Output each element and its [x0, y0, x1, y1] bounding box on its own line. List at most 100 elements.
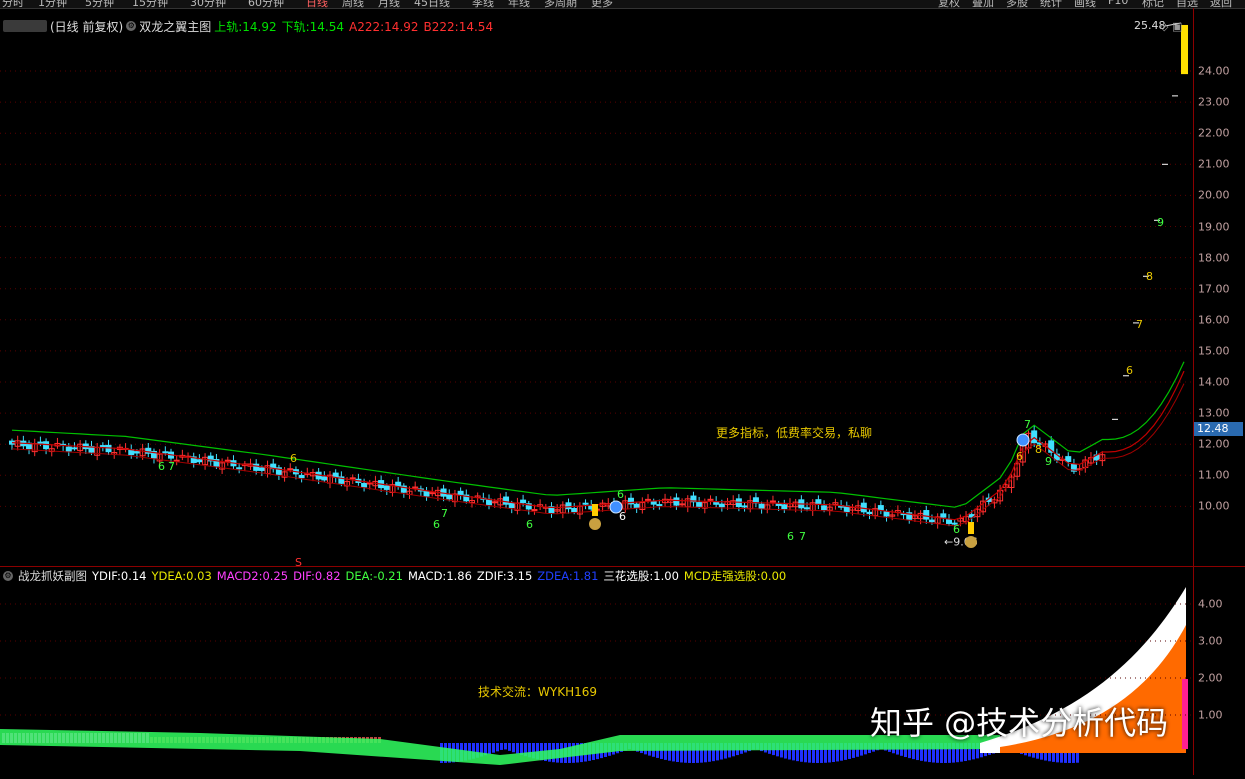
indicator-label: ZDEA:: [537, 569, 573, 583]
indicator-value: 上轨:14.92: [214, 20, 276, 34]
candle-body: [321, 476, 328, 481]
candle-body: [361, 482, 368, 488]
candle-body: [673, 497, 680, 506]
indicator-number: 14.54: [309, 19, 345, 34]
candle-body: [821, 505, 828, 511]
macd-bar: [488, 743, 491, 755]
price-tick-label: 23.00: [1198, 95, 1230, 109]
lower-band-line: [11, 370, 1185, 521]
window-icon[interactable]: ▣: [1172, 20, 1182, 33]
count-marker: 6: [433, 518, 440, 531]
indicator-label: MACD2:: [216, 569, 263, 583]
sub-indicator-values: YDIF:0.14 YDEA:0.03 MACD2:0.25 DIF:0.82 DEA:…: [92, 568, 791, 584]
candle-body: [1065, 456, 1072, 462]
indicator-label: 三花选股:: [603, 569, 654, 583]
count-marker: 6: [617, 488, 624, 501]
candle-body: [520, 499, 527, 504]
sub-chart-panel[interactable]: 技术交流：WYKH169: [0, 585, 1193, 775]
indicator-number: 1.81: [572, 569, 599, 583]
price-tick-label: 24.00: [1198, 64, 1230, 78]
candle-body: [491, 501, 498, 504]
indicator-value: YDEA:0.03: [151, 569, 211, 583]
indicator-label: DEA:: [345, 569, 374, 583]
moneybag-icon: [589, 518, 601, 530]
indicator-value: DEA:-0.21: [346, 569, 403, 583]
sub-indicator-name[interactable]: 战龙抓妖副图: [18, 568, 87, 584]
candle-body: [928, 519, 935, 523]
candle-body: [224, 459, 231, 462]
contact-annotation: 技术交流：WYKH169: [478, 685, 597, 699]
toolbar-item[interactable]: F10: [1108, 0, 1128, 7]
price-tick-label: 10.00: [1198, 499, 1230, 513]
candle-body: [696, 502, 703, 507]
count-marker: 6: [1126, 364, 1133, 377]
candle-body: [945, 519, 952, 524]
candle-body: [940, 513, 947, 518]
count-marker: 7: [799, 530, 806, 543]
candle-body: [253, 463, 260, 471]
indicator-number: 0.82: [314, 569, 341, 583]
candlestick-chart[interactable]: 66 776 6666 7668976789S25.48←9.06: [0, 8, 1193, 566]
candle-body: [877, 505, 884, 511]
watermark: 知乎 @技术分析代码: [870, 704, 1169, 742]
last-macd-bar: [1182, 679, 1188, 749]
settings-icon[interactable]: ⚙: [126, 21, 137, 31]
indicator-number: 0.00: [760, 569, 787, 583]
oscillator-tick-label: 1.00: [1198, 708, 1223, 722]
indicator-label: YDEA:: [151, 569, 187, 583]
macd-bar: [516, 743, 519, 754]
price-tick-label: 13.00: [1198, 406, 1230, 420]
price-tick-label: 14.00: [1198, 375, 1230, 389]
indicator-label: MACD:: [407, 569, 447, 583]
indicator-value: MACD2:0.25: [217, 569, 288, 583]
price-tick-label: 16.00: [1198, 313, 1230, 327]
price-tick-label: 18.00: [1198, 251, 1230, 265]
count-marker: 6: [787, 530, 794, 543]
price-tick-label: 11.00: [1198, 468, 1230, 482]
candle-body: [645, 498, 652, 501]
indicator-label: MCD走强选股:: [683, 569, 761, 583]
candle-body: [37, 441, 44, 444]
indicator-number: 0.03: [186, 569, 212, 583]
panel-divider[interactable]: [0, 566, 1245, 567]
indicator-number: 1.86: [446, 569, 472, 583]
count-marker: 6: [526, 518, 533, 531]
signal-bar: [592, 504, 598, 516]
main-chart-panel[interactable]: 6 6 7 7 6 6 6 6 6 7 6 6 8 9 7 6 7 8 9 S 25.48 ←9.06 (日线 前复权) …: [0, 8, 1193, 566]
oscillator-tick-label: 2.00: [1198, 671, 1223, 685]
signal-bar: [968, 522, 974, 534]
indicator-value: MACD:1.86: [408, 569, 472, 583]
indicator-label: ZDIF:: [476, 569, 507, 583]
candle-body: [65, 446, 72, 452]
macd-bar: [512, 743, 515, 753]
diamond-icon[interactable]: ◇: [1160, 20, 1168, 33]
signal-dot-icon: [609, 500, 623, 514]
candle-body: [423, 491, 430, 497]
price-tick-label: 15.00: [1198, 344, 1230, 358]
oscillator-tick-label: 4.00: [1198, 597, 1223, 611]
candle-body: [133, 451, 140, 454]
candle-body: [196, 459, 203, 463]
indicator-value: 下轨:14.54: [282, 20, 344, 34]
indicator-number: 14.92: [242, 19, 277, 34]
indicator-label: 上轨:: [214, 19, 243, 34]
count-marker: 6: [290, 452, 297, 465]
indicator-number: 0.25: [262, 569, 289, 583]
settings-icon[interactable]: ⚙: [3, 571, 13, 581]
indicator-name[interactable]: 双龙之翼主图: [139, 18, 211, 35]
count-marker: 6: [158, 460, 165, 473]
oscillator-chart[interactable]: [0, 585, 1193, 775]
count-marker: 8: [1035, 443, 1042, 456]
indicator-label: A222:: [349, 19, 385, 34]
moneybag-icon: [965, 536, 977, 548]
indicator-number: 0.14: [120, 569, 147, 583]
sub-indicator-bar: ⚙ 战龙抓妖副图 YDIF:0.14 YDEA:0.03 MACD2:0.25 DIF…: [3, 568, 791, 584]
candle-body: [429, 492, 436, 495]
candle-body: [758, 503, 765, 509]
indicator-number: 14.54: [458, 19, 494, 34]
macd-bar: [504, 743, 507, 750]
candle-body: [815, 499, 822, 505]
current-price-tag: 12.48: [1194, 422, 1243, 437]
indicator-value: B222:14.54: [424, 20, 494, 34]
indicator-value: ZDEA:1.81: [537, 569, 598, 583]
